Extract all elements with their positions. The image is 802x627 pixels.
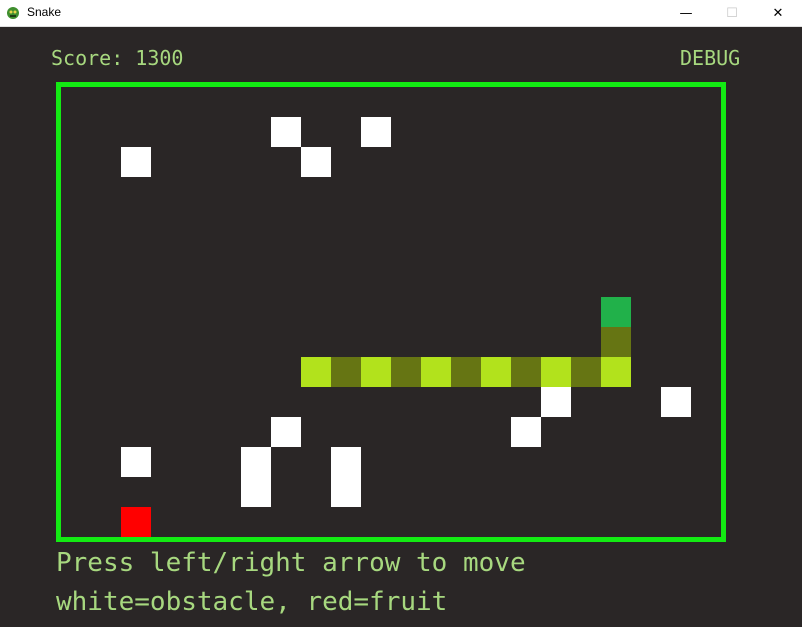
score-label: Score: 1300 (51, 46, 184, 70)
obstacle-block (511, 417, 541, 447)
obstacle-block (361, 117, 391, 147)
snake-segment (571, 357, 601, 387)
snake-segment (361, 357, 391, 387)
window-title: Snake (27, 5, 62, 19)
snake-segment (421, 357, 451, 387)
maximize-icon: ☐ (726, 5, 738, 21)
obstacle-block (241, 477, 271, 507)
debug-label: DEBUG (680, 46, 741, 70)
snake-segment (481, 357, 511, 387)
obstacle-block (241, 447, 271, 477)
obstacle-block (121, 447, 151, 477)
obstacle-block (661, 387, 691, 417)
help-text-controls: Press left/right arrow to move (56, 548, 526, 578)
snake-app-icon (7, 7, 19, 19)
snake-segment (451, 357, 481, 387)
fruit-block (121, 507, 151, 537)
snake-segment (391, 357, 421, 387)
snake-segment (511, 357, 541, 387)
snake-segment (301, 357, 331, 387)
obstacle-block (121, 147, 151, 177)
snake-segment (601, 357, 631, 387)
obstacle-block (271, 117, 301, 147)
snake-window: Snake — ☐ ✕ Score: 1300 DEBUG Press left… (0, 0, 802, 627)
obstacle-block (331, 477, 361, 507)
snake-head (601, 297, 631, 327)
snake-segment (331, 357, 361, 387)
obstacle-block (301, 147, 331, 177)
title-bar[interactable]: Snake — ☐ ✕ (0, 0, 802, 27)
obstacle-block (541, 387, 571, 417)
close-button[interactable]: ✕ (755, 0, 801, 26)
snake-segment (541, 357, 571, 387)
maximize-button[interactable]: ☐ (709, 0, 755, 26)
close-icon: ✕ (772, 5, 784, 21)
help-text-legend: white=obstacle, red=fruit (56, 587, 448, 617)
minimize-icon: — (679, 5, 693, 21)
play-field (56, 82, 726, 542)
obstacle-block (331, 447, 361, 477)
minimize-button[interactable]: — (663, 0, 709, 26)
obstacle-block (271, 417, 301, 447)
game-canvas[interactable]: Score: 1300 DEBUG Press left/right arrow… (0, 27, 802, 627)
snake-segment (601, 327, 631, 357)
